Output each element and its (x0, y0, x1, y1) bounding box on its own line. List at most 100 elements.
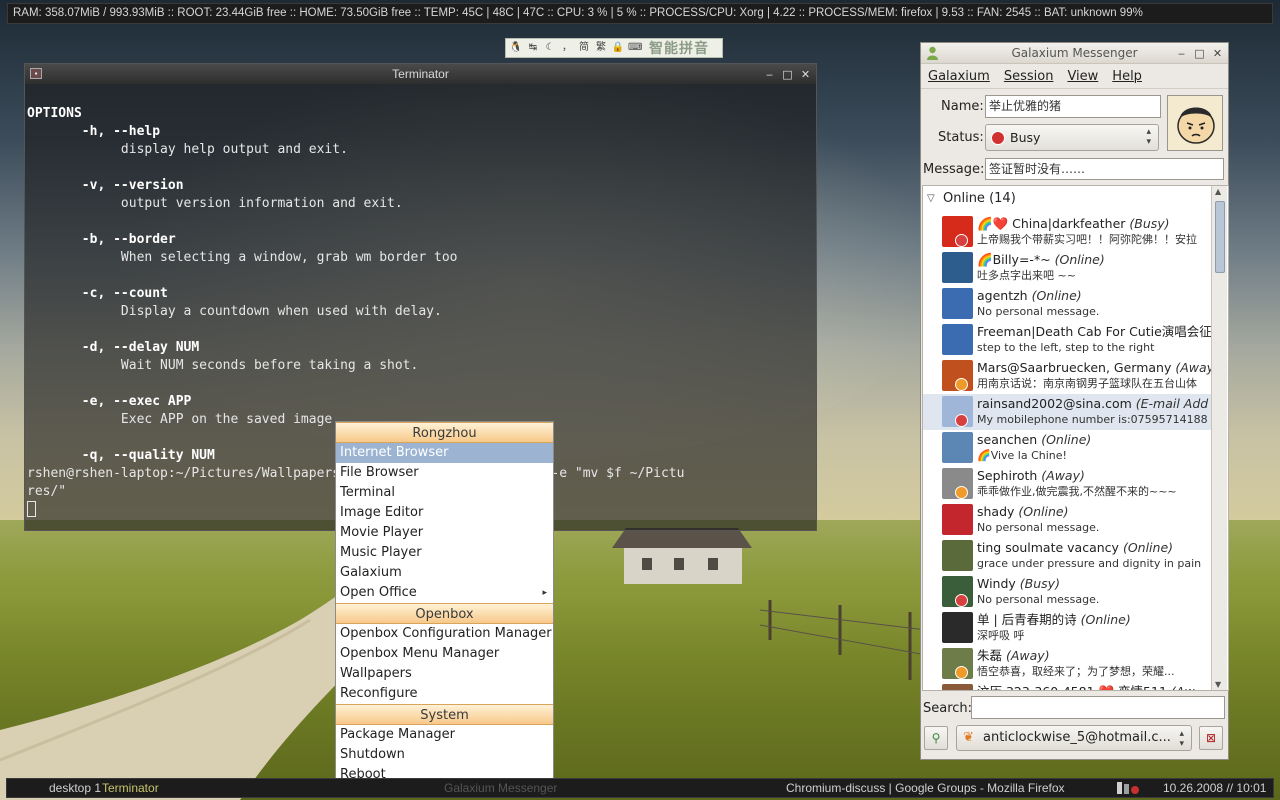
contact-row[interactable]: Mars@Saarbruecken, Germany (Away 用南京话说：南京… (923, 358, 1212, 394)
contact-row[interactable]: seanchen (Online) 🌈Vive la Chine! (923, 430, 1212, 466)
contact-row[interactable]: 🌈❤️ China|darkfeather (Busy) 上帝赐我个带薪实习吧！！… (923, 214, 1212, 250)
desktop-switcher[interactable]: desktop 1 (49, 779, 101, 798)
menu-item-label: Image Editor (340, 505, 424, 520)
menu-item[interactable]: Wallpapers (336, 664, 553, 684)
personal-message-field[interactable]: 签证暂时没有…… (985, 158, 1224, 180)
menu-item-label: Movie Player (340, 525, 424, 540)
menu-item[interactable]: Package Manager (336, 725, 553, 745)
group-count: (14) (989, 191, 1016, 206)
minimize-button[interactable]: ‒ (763, 68, 776, 81)
disconnect-button[interactable]: ⊠ (1199, 726, 1223, 750)
account-select[interactable]: ❦ anticlockwise_5@hotmail.c... ▴ ▾ (956, 725, 1192, 751)
contact-name: seanchen (977, 432, 1038, 447)
tray-network-icon[interactable] (1117, 781, 1141, 800)
contact-row[interactable]: 🌈Billy=-*~ (Online) 吐多点字出来吧 ~~ (923, 250, 1212, 286)
traditional-icon[interactable]: 繁 (594, 41, 608, 55)
maximize-button[interactable]: □ (781, 68, 794, 81)
contact-row[interactable]: 汶历 323-360-4581 ❤️ 恋情511 (Aw (923, 682, 1212, 690)
contact-row[interactable]: Sephiroth (Away) 乖乖做作业,做完震我,不然醒不来的~~~ (923, 466, 1212, 502)
menu-item-label: Music Player (340, 545, 422, 560)
contact-row[interactable]: ting soulmate vacancy (Online) grace unde… (923, 538, 1212, 574)
menu-help[interactable]: Help (1112, 69, 1142, 84)
contact-name-line: Sephiroth (Away) (977, 468, 1085, 484)
close-button[interactable]: ✕ (799, 68, 812, 81)
task-terminator[interactable]: Terminator (102, 779, 159, 798)
menu-item[interactable]: Openbox Configuration Manager (336, 624, 553, 644)
menu-item[interactable]: Shutdown (336, 745, 553, 765)
simplified-icon[interactable]: 简 (577, 41, 591, 55)
openbox-root-menu[interactable]: Rongzhou Internet Browser File Browser Term… (335, 421, 554, 787)
menu-item[interactable]: Image Editor (336, 503, 553, 523)
scrollbar-thumb[interactable] (1215, 201, 1225, 273)
minimize-button[interactable]: ‒ (1175, 47, 1188, 60)
menu-session[interactable]: Session (1004, 69, 1054, 84)
terminal-icon[interactable]: ▪ (30, 68, 42, 79)
menu-view[interactable]: View (1067, 69, 1098, 84)
contact-avatar (942, 612, 973, 643)
galaxium-titlebar[interactable]: Galaxium Messenger ‒ □ ✕ (921, 43, 1228, 64)
input-method-bar[interactable]: 🐧 ↹ ☾ ， 简 繁 🔒 ⌨ 智能拼音 (505, 38, 723, 58)
contact-row[interactable]: 朱磊 (Away) 悟空恭喜，取经来了；为了梦想，荣耀... (923, 646, 1212, 682)
task-galaxium[interactable]: Galaxium Messenger (444, 779, 557, 798)
own-avatar[interactable] (1167, 95, 1223, 151)
galaxium-title: Galaxium Messenger (1011, 46, 1138, 60)
menu-item[interactable]: Internet Browser (336, 443, 553, 463)
contact-personal-message: 用南京话说：南京南钢男子篮球队在五台山体 (977, 377, 1197, 390)
terminal-line-text: Display a countdown when used with delay… (27, 304, 442, 319)
contact-personal-message: My mobilephone number is:07595714188 (977, 413, 1208, 426)
contact-name: 朱磊 (977, 648, 1003, 663)
penguin-icon[interactable]: 🐧 (509, 41, 523, 55)
half-width-icon[interactable]: ↹ (526, 41, 540, 55)
menu-item[interactable]: Openbox Menu Manager (336, 644, 553, 664)
menu-item-label: Open Office (340, 585, 417, 600)
contact-personal-message: No personal message. (977, 593, 1100, 606)
menu-item[interactable]: Music Player (336, 543, 553, 563)
terminator-titlebar[interactable]: ▪ Terminator ‒ □ ✕ (25, 64, 816, 84)
terminal-line-bold: -d, --delay NUM (27, 340, 200, 355)
contact-row[interactable]: Freeman|Death Cab For Cutie演唱会征 step to … (923, 322, 1212, 358)
contact-row[interactable]: rainsand2002@sina.com (E-mail Add My mobi… (923, 394, 1212, 430)
contact-status: (Online) (1122, 540, 1174, 555)
terminal-line-bold: -h, --help (27, 124, 161, 139)
contact-list[interactable]: ▽ Online (14) 🌈❤️ China|darkfeather (Bus… (922, 185, 1229, 691)
name-field[interactable]: 举止优雅的猪 (985, 95, 1161, 118)
contact-row[interactable]: shady (Online) No personal message. (923, 502, 1212, 538)
menu-item[interactable]: Open Office ▸ (336, 583, 553, 603)
keyboard-icon[interactable]: ⌨ (628, 41, 642, 55)
contact-row[interactable]: agentzh (Online) No personal message. (923, 286, 1212, 322)
menu-item[interactable]: Movie Player (336, 523, 553, 543)
contact-row[interactable]: 单 | 后青春期的诗 (Online) 深呼吸 呼 (923, 610, 1212, 646)
status-select[interactable]: Busy ▴ ▾ (985, 124, 1159, 151)
add-contact-icon: ⚲ (931, 731, 941, 745)
moon-icon[interactable]: ☾ (543, 41, 557, 55)
contact-name-line: Windy (Busy) (977, 576, 1060, 592)
menu-section-header: System (336, 704, 553, 725)
menu-galaxium[interactable]: Galaxium (928, 69, 990, 84)
galaxium-menubar: Galaxium Session View Help (921, 65, 1228, 89)
contact-name-line: 朱磊 (Away) (977, 648, 1050, 664)
menu-item[interactable]: Reconfigure (336, 684, 553, 704)
contact-name-line: agentzh (Online) (977, 288, 1082, 304)
group-online[interactable]: ▽ Online (14) (923, 186, 1213, 212)
maximize-button[interactable]: □ (1193, 47, 1206, 60)
add-contact-button[interactable]: ⚲ (924, 726, 948, 750)
close-button[interactable]: ✕ (1211, 47, 1224, 60)
contact-list-scrollbar[interactable]: ▲ ▼ (1211, 186, 1227, 690)
expander-icon[interactable]: ▽ (927, 186, 935, 212)
punctuation-icon[interactable]: ， (560, 41, 574, 55)
search-input[interactable] (971, 696, 1225, 719)
contact-row[interactable]: Windy (Busy) No personal message. (923, 574, 1212, 610)
contact-avatar (942, 432, 973, 463)
menu-item-label: Internet Browser (340, 445, 449, 460)
menu-item[interactable]: Terminal (336, 483, 553, 503)
task-firefox[interactable]: Chromium-discuss | Google Groups - Mozil… (786, 779, 1065, 798)
contact-name: Windy (977, 576, 1016, 591)
menu-item[interactable]: Galaxium (336, 563, 553, 583)
menu-item[interactable]: File Browser (336, 463, 553, 483)
scroll-down-icon[interactable]: ▼ (1215, 680, 1221, 689)
scroll-up-icon[interactable]: ▲ (1215, 187, 1221, 196)
lock-icon[interactable]: 🔒 (611, 41, 625, 55)
